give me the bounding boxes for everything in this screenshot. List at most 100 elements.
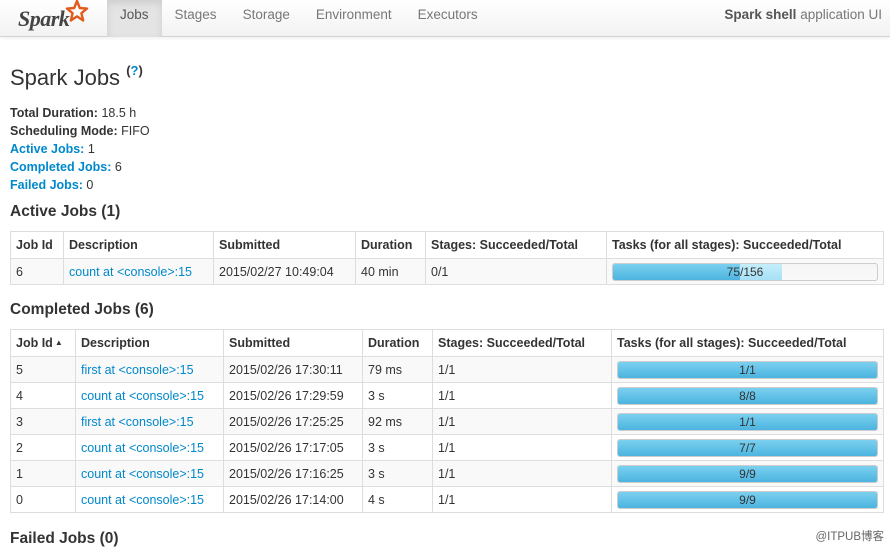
tab-jobs[interactable]: Jobs bbox=[107, 0, 162, 37]
tab-storage[interactable]: Storage bbox=[230, 0, 303, 37]
progress-label: 9/9 bbox=[739, 492, 756, 507]
sort-ascending-icon: ▲ bbox=[54, 338, 63, 347]
cell-submitted: 2015/02/26 17:29:59 bbox=[223, 382, 363, 409]
tasks-progress-bar: 8/8 bbox=[617, 386, 878, 405]
completed-jobs-table: Job Id ▲ Description Submitted Duration S… bbox=[10, 329, 884, 513]
header-stages[interactable]: Stages: Succeeded/Total bbox=[425, 231, 607, 259]
cell-job-id: 2 bbox=[10, 434, 76, 461]
table-row: 1 count at <console>:15 2015/02/26 17:16:2… bbox=[10, 460, 884, 487]
progress-label: 1/1 bbox=[739, 414, 756, 429]
cell-tasks: 1/1 bbox=[611, 408, 884, 435]
progress-label: 75/156 bbox=[726, 264, 764, 279]
job-description-link[interactable]: count at <console>:15 bbox=[81, 493, 204, 507]
job-description-link[interactable]: count at <console>:15 bbox=[81, 389, 204, 403]
header-description[interactable]: Description bbox=[63, 231, 214, 259]
header-description[interactable]: Description bbox=[75, 329, 224, 357]
cell-description: count at <console>:15 bbox=[75, 434, 224, 461]
cell-stages: 1/1 bbox=[432, 408, 612, 435]
cell-tasks: 75/156 bbox=[606, 258, 884, 285]
tab-environment[interactable]: Environment bbox=[303, 0, 405, 37]
active-jobs-heading: Active Jobs (1) bbox=[10, 203, 121, 220]
cell-submitted: 2015/02/26 17:14:00 bbox=[223, 486, 363, 513]
job-description-link[interactable]: count at <console>:15 bbox=[81, 467, 204, 481]
job-description-link[interactable]: count at <console>:15 bbox=[81, 441, 204, 455]
table-row: 5 first at <console>:15 2015/02/26 17:30:1… bbox=[10, 356, 884, 383]
progress-label: 1/1 bbox=[739, 362, 756, 377]
header-duration[interactable]: Duration bbox=[362, 329, 433, 357]
summary-label: Total Duration: bbox=[10, 106, 98, 120]
table-header-row: Job Id Description Submitted Duration St… bbox=[10, 231, 884, 259]
cell-submitted: 2015/02/27 10:49:04 bbox=[213, 258, 356, 285]
header-job-id[interactable]: Job Id ▲ bbox=[10, 329, 76, 357]
tab-executors[interactable]: Executors bbox=[405, 0, 491, 37]
cell-description: first at <console>:15 bbox=[75, 408, 224, 435]
cell-description: count at <console>:15 bbox=[75, 382, 224, 409]
help-link[interactable]: ? bbox=[131, 63, 139, 78]
cell-submitted: 2015/02/26 17:30:11 bbox=[223, 356, 363, 383]
cell-job-id: 6 bbox=[10, 258, 64, 285]
summary-value: FIFO bbox=[121, 124, 150, 138]
summary-value: 18.5 h bbox=[101, 106, 137, 120]
summary-total-duration: Total Duration: 18.5 h bbox=[10, 104, 150, 122]
failed-jobs-heading: Failed Jobs (0) bbox=[10, 530, 119, 547]
cell-tasks: 1/1 bbox=[611, 356, 884, 383]
header-stages[interactable]: Stages: Succeeded/Total bbox=[432, 329, 612, 357]
cell-duration: 3 s bbox=[362, 434, 433, 461]
header-job-id[interactable]: Job Id bbox=[10, 231, 64, 259]
cell-stages: 1/1 bbox=[432, 382, 612, 409]
job-description-link[interactable]: count at <console>:15 bbox=[69, 265, 192, 279]
application-name-suffix: application UI bbox=[796, 7, 882, 22]
summary-value: 6 bbox=[114, 160, 122, 174]
application-name: Spark shell application UI bbox=[724, 0, 882, 30]
cell-stages: 1/1 bbox=[432, 356, 612, 383]
tasks-progress-bar: 75/156 bbox=[612, 262, 878, 281]
cell-description: first at <console>:15 bbox=[75, 356, 224, 383]
tasks-progress-bar: 7/7 bbox=[617, 438, 878, 457]
summary-value: 1 bbox=[87, 142, 95, 156]
cell-job-id: 5 bbox=[10, 356, 76, 383]
spark-logo-text: Spark bbox=[18, 6, 70, 31]
cell-job-id: 4 bbox=[10, 382, 76, 409]
cell-duration: 92 ms bbox=[362, 408, 433, 435]
header-tasks[interactable]: Tasks (for all stages): Succeeded/Total bbox=[606, 231, 884, 259]
cell-tasks: 7/7 bbox=[611, 434, 884, 461]
active-jobs-link[interactable]: Active Jobs: bbox=[10, 142, 84, 156]
tab-stages[interactable]: Stages bbox=[162, 0, 230, 37]
nav-tabs: Jobs Stages Storage Environment Executor… bbox=[107, 0, 491, 37]
header-submitted[interactable]: Submitted bbox=[213, 231, 356, 259]
header-submitted[interactable]: Submitted bbox=[223, 329, 363, 357]
completed-jobs-link[interactable]: Completed Jobs: bbox=[10, 160, 111, 174]
table-row: 3 first at <console>:15 2015/02/26 17:25:2… bbox=[10, 408, 884, 435]
cell-submitted: 2015/02/26 17:16:25 bbox=[223, 460, 363, 487]
cell-job-id: 1 bbox=[10, 460, 76, 487]
progress-label: 9/9 bbox=[739, 466, 756, 481]
cell-tasks: 9/9 bbox=[611, 486, 884, 513]
header-duration[interactable]: Duration bbox=[355, 231, 426, 259]
cell-tasks: 9/9 bbox=[611, 460, 884, 487]
spark-logo[interactable]: Spark bbox=[16, 0, 92, 35]
cell-duration: 3 s bbox=[362, 382, 433, 409]
failed-jobs-link[interactable]: Failed Jobs: bbox=[10, 178, 83, 192]
watermark: @ITPUB博客 bbox=[815, 531, 884, 543]
header-tasks[interactable]: Tasks (for all stages): Succeeded/Total bbox=[611, 329, 884, 357]
cell-duration: 4 s bbox=[362, 486, 433, 513]
tasks-progress-bar: 9/9 bbox=[617, 464, 878, 483]
completed-jobs-heading: Completed Jobs (6) bbox=[10, 301, 154, 318]
cell-description: count at <console>:15 bbox=[63, 258, 214, 285]
page-title: Spark Jobs (?) bbox=[10, 63, 143, 91]
summary-scheduling-mode: Scheduling Mode: FIFO bbox=[10, 122, 150, 140]
tasks-progress-bar: 1/1 bbox=[617, 412, 878, 431]
header-job-id-label: Job Id bbox=[16, 336, 53, 350]
table-row: 4 count at <console>:15 2015/02/26 17:29:5… bbox=[10, 382, 884, 409]
cell-stages: 1/1 bbox=[432, 460, 612, 487]
summary-label: Scheduling Mode: bbox=[10, 124, 118, 138]
cell-duration: 40 min bbox=[355, 258, 426, 285]
table-header-row: Job Id ▲ Description Submitted Duration S… bbox=[10, 329, 884, 357]
active-jobs-table: Job Id Description Submitted Duration St… bbox=[10, 231, 884, 285]
jobs-summary: Total Duration: 18.5 h Scheduling Mode: … bbox=[10, 104, 150, 194]
tasks-progress-bar: 9/9 bbox=[617, 490, 878, 509]
cell-submitted: 2015/02/26 17:25:25 bbox=[223, 408, 363, 435]
cell-job-id: 3 bbox=[10, 408, 76, 435]
job-description-link[interactable]: first at <console>:15 bbox=[81, 363, 194, 377]
job-description-link[interactable]: first at <console>:15 bbox=[81, 415, 194, 429]
